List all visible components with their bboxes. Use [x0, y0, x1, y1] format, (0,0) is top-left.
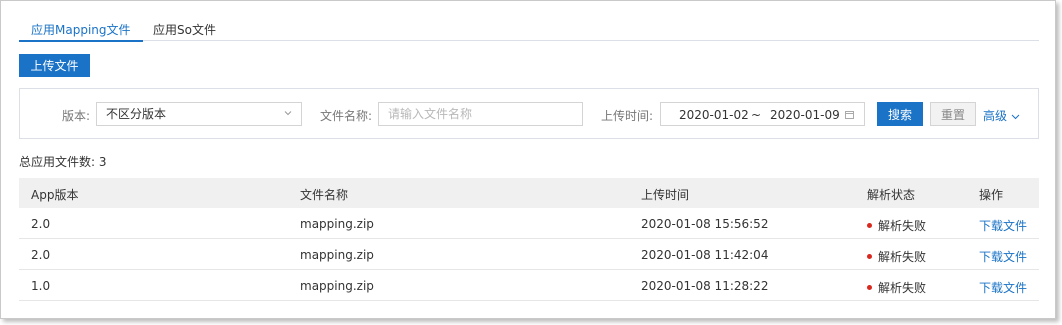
cell-status: 解析失败 [867, 279, 926, 296]
date-start: 2020-01-02 [679, 108, 749, 122]
date-end: 2020-01-09 [770, 108, 840, 122]
total-file-count: 总应用文件数: 3 [19, 155, 107, 169]
upload-file-button[interactable]: 上传文件 [19, 54, 90, 77]
cell-upload-time: 2020-01-08 15:56:52 [641, 217, 769, 231]
table-header: App版本 文件名称 上传时间 解析状态 操作 [19, 178, 1039, 208]
chevron-down-icon [284, 111, 292, 116]
cell-version: 1.0 [31, 279, 51, 293]
table-row: 1.0 mapping.zip 2020-01-08 11:28:22 解析失败… [19, 270, 1039, 301]
date-range-picker[interactable]: 2020-01-02 ~ 2020-01-09 [660, 102, 865, 126]
cell-filename: mapping.zip [300, 217, 374, 231]
advanced-label: 高级 [983, 109, 1008, 123]
tab-bar: 应用Mapping文件 应用So文件 [19, 17, 1039, 42]
table-row: 2.0 mapping.zip 2020-01-08 11:42:04 解析失败… [19, 239, 1039, 270]
status-text: 解析失败 [878, 219, 927, 233]
cell-version: 2.0 [31, 248, 51, 262]
chevron-down-icon [1011, 114, 1020, 120]
cell-upload-time: 2020-01-08 11:42:04 [641, 248, 769, 262]
file-table: App版本 文件名称 上传时间 解析状态 操作 2.0 mapping.zip … [19, 178, 1039, 301]
cell-upload-time: 2020-01-08 11:28:22 [641, 279, 769, 293]
header-file-name: 文件名称 [300, 188, 349, 202]
filter-panel: 版本: 不区分版本 文件名称: 上传时间: 2020-01-02 ~ 2020-… [19, 88, 1039, 139]
download-file-link[interactable]: 下载文件 [979, 248, 1027, 265]
table-row: 2.0 mapping.zip 2020-01-08 15:56:52 解析失败… [19, 208, 1039, 239]
status-dot-icon [867, 223, 872, 228]
cell-version: 2.0 [31, 217, 51, 231]
filename-label: 文件名称: [320, 109, 373, 123]
status-dot-icon [867, 254, 872, 259]
cell-status: 解析失败 [867, 248, 926, 265]
tab-mapping-files[interactable]: 应用Mapping文件 [19, 21, 143, 42]
header-app-version: App版本 [31, 188, 79, 202]
header-parse-status: 解析状态 [867, 188, 916, 202]
tab-so-files[interactable]: 应用So文件 [141, 21, 228, 41]
version-label: 版本: [62, 109, 91, 123]
version-select[interactable]: 不区分版本 [96, 102, 302, 126]
cell-status: 解析失败 [867, 217, 926, 234]
cell-filename: mapping.zip [300, 279, 374, 293]
header-upload-time: 上传时间 [641, 188, 690, 202]
status-text: 解析失败 [878, 281, 927, 295]
header-actions: 操作 [979, 188, 1004, 202]
status-text: 解析失败 [878, 250, 927, 264]
download-file-link[interactable]: 下载文件 [979, 217, 1027, 234]
status-dot-icon [867, 285, 872, 290]
upload-time-label: 上传时间: [601, 109, 654, 123]
date-separator: ~ [751, 108, 762, 122]
advanced-toggle[interactable]: 高级 [983, 107, 1020, 124]
calendar-icon [845, 111, 854, 119]
version-select-value: 不区分版本 [106, 107, 167, 121]
window-frame: 应用Mapping文件 应用So文件 上传文件 版本: 不区分版本 文件名称: … [0, 0, 1056, 319]
filename-input[interactable] [378, 102, 583, 126]
reset-button[interactable]: 重置 [930, 102, 976, 126]
search-button[interactable]: 搜索 [877, 102, 923, 126]
download-file-link[interactable]: 下载文件 [979, 279, 1027, 296]
cell-filename: mapping.zip [300, 248, 374, 262]
